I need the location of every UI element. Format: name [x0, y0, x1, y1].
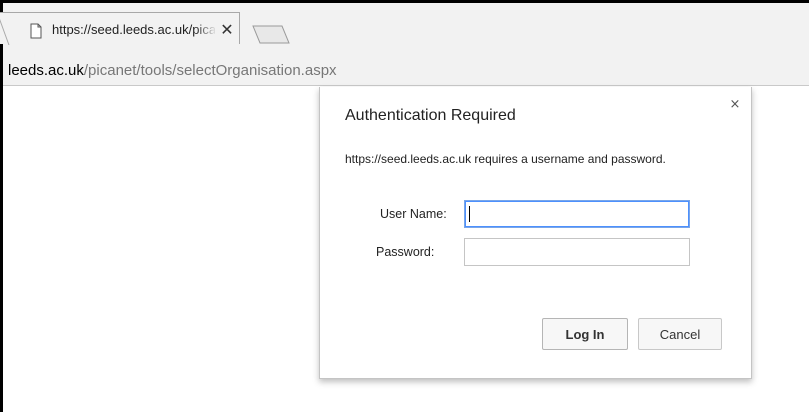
url-host: leeds.ac.uk: [8, 62, 84, 79]
password-input[interactable]: [464, 238, 690, 266]
username-label: User Name:: [380, 207, 447, 221]
tab-title: https://seed.leeds.ac.uk/picanet/tools/s…: [52, 22, 215, 37]
username-input[interactable]: [464, 200, 690, 228]
url-path: /picanet/tools/selectOrganisation.aspx: [83, 62, 337, 79]
close-icon[interactable]: ×: [728, 97, 742, 113]
page-icon: [29, 23, 43, 39]
tab-title-fade: [195, 20, 217, 40]
dialog-message: https://seed.leeds.ac.uk requires a user…: [345, 152, 666, 166]
login-button[interactable]: Log In: [542, 318, 628, 350]
cancel-button[interactable]: Cancel: [638, 318, 722, 350]
address-url[interactable]: leeds.ac.uk/picanet/tools/selectOrganisa…: [8, 62, 337, 79]
text-caret: [469, 206, 470, 222]
password-label: Password:: [376, 245, 435, 259]
new-tab-icon[interactable]: [252, 25, 290, 44]
dialog-title: Authentication Required: [345, 107, 516, 124]
tab-close-icon[interactable]: ✕: [219, 21, 235, 39]
